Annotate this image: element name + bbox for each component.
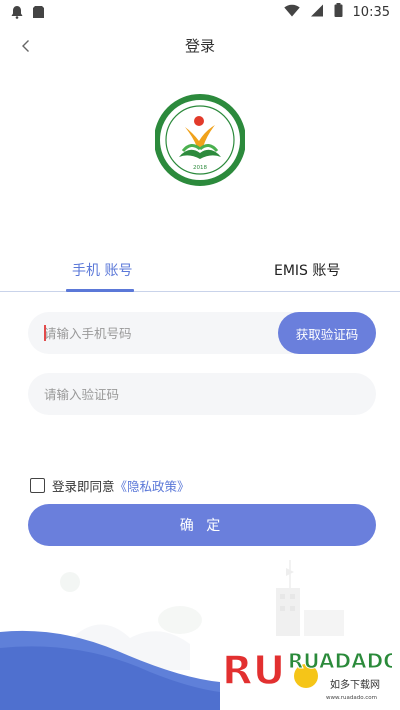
status-left-icons <box>10 4 45 23</box>
watermark-url: www.ruadado.com <box>326 695 377 701</box>
phone-input[interactable] <box>44 312 274 354</box>
school-logo: 2018 <box>155 94 245 186</box>
page-title: 登录 <box>184 37 215 55</box>
agreement-row: 登录即同意 《隐私政策》 <box>30 476 190 495</box>
code-field <box>28 373 376 415</box>
status-bar: 10:35 <box>0 0 400 24</box>
logo-year: 2018 <box>193 165 207 171</box>
signal-icon <box>310 4 324 21</box>
watermark-brand-ru: RU <box>222 648 285 694</box>
storage-icon <box>32 4 45 23</box>
agreement-checkbox[interactable] <box>30 478 45 493</box>
wifi-icon <box>283 4 300 21</box>
tab-phone-account[interactable]: 手机 账号 <box>72 260 132 280</box>
tab-emis-account[interactable]: EMIS 账号 <box>274 260 340 280</box>
status-right: 10:35 <box>283 3 390 21</box>
tab-active-indicator <box>66 289 134 292</box>
watermark-brand: RUADADO <box>288 649 392 673</box>
watermark-sub: 如多下载网 <box>330 678 380 691</box>
battery-icon <box>334 3 343 21</box>
code-input[interactable] <box>44 373 274 415</box>
text-caret <box>44 325 46 341</box>
agreement-text: 登录即同意 <box>52 479 115 494</box>
phone-field: 获取验证码 <box>28 312 376 354</box>
confirm-button[interactable]: 确 定 <box>28 504 376 546</box>
ruadado-watermark: RU RUADADO 如多下载网 www.ruadado.com <box>222 647 392 701</box>
privacy-policy-link[interactable]: 《隐私政策》 <box>115 476 190 495</box>
notification-icon <box>10 4 24 23</box>
status-time: 10:35 <box>352 4 390 20</box>
header: 登录 <box>0 24 400 68</box>
get-code-button[interactable]: 获取验证码 <box>278 312 376 354</box>
login-tabs: 手机 账号 EMIS 账号 <box>0 250 400 292</box>
